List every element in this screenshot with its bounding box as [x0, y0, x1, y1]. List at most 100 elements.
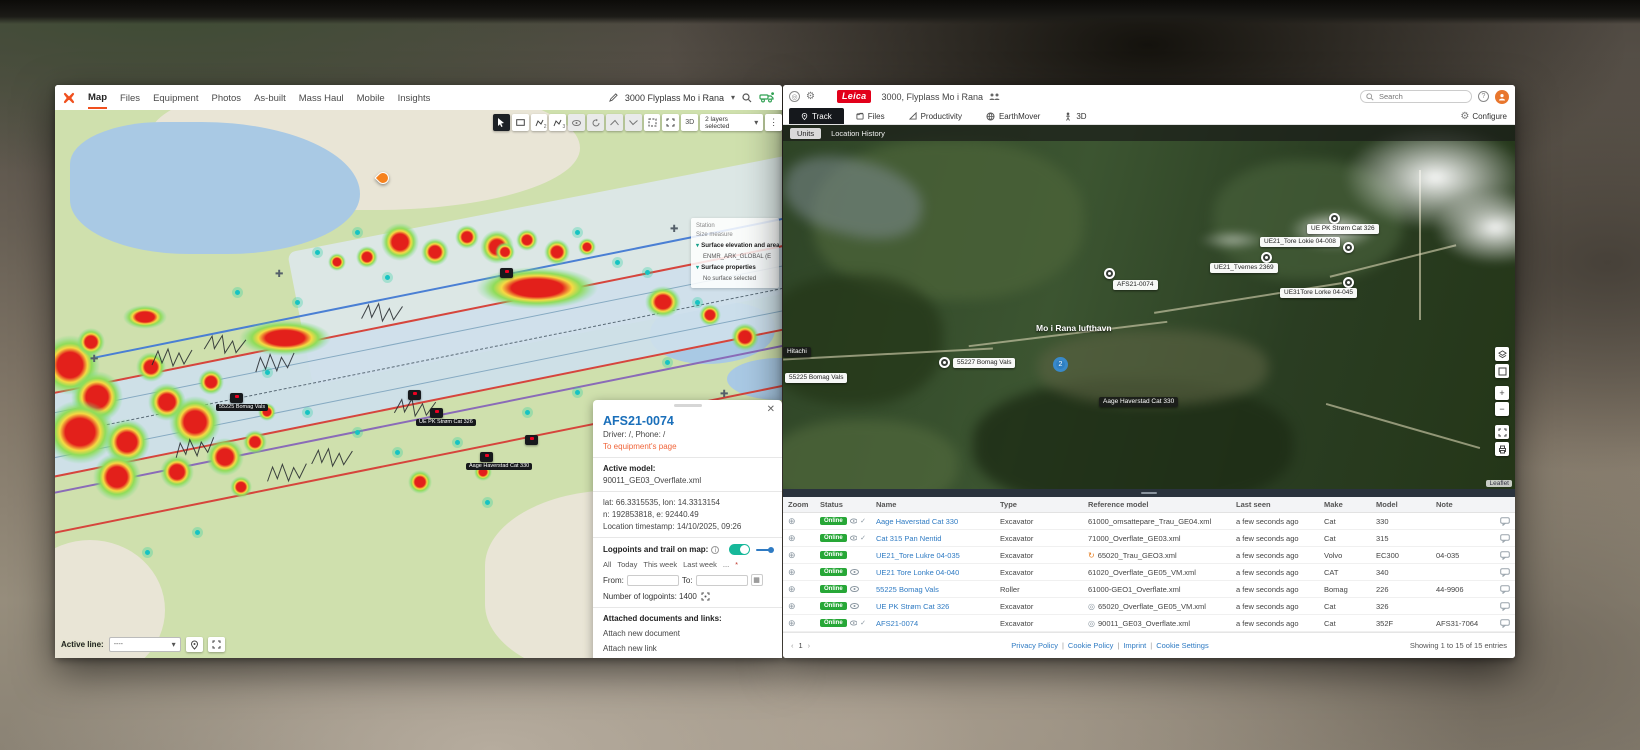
- machine-marker[interactable]: [525, 435, 538, 445]
- more-options-button[interactable]: ⋮: [765, 114, 782, 131]
- eye-icon[interactable]: [850, 569, 859, 575]
- machine-dot-marker[interactable]: [1261, 252, 1272, 263]
- menu-item-map[interactable]: Map: [88, 87, 107, 109]
- edit-pencil-icon[interactable]: [609, 93, 618, 102]
- imprint-link[interactable]: Imprint: [1123, 641, 1152, 650]
- table-row[interactable]: ⊕ Online✓ AFS21-0074 Excavator ◎90011_GE…: [783, 615, 1515, 632]
- zoom-to-unit-icon[interactable]: ⊕: [788, 533, 796, 544]
- unit-name-link[interactable]: UE21 Tore Lonke 04-040: [876, 568, 959, 577]
- legend-surface-value[interactable]: ENMR_ARK_GLOBAL (E: [703, 253, 774, 262]
- filter-this-week[interactable]: This week: [643, 560, 677, 569]
- map-marker-label[interactable]: UE21_Tore Lokie 04-008: [1260, 237, 1340, 247]
- unit-name-link[interactable]: Cat 315 Pan Nentid: [876, 534, 941, 543]
- attach-document-link[interactable]: Attach new document: [603, 629, 772, 638]
- search-icon[interactable]: [742, 93, 752, 103]
- map-marker-label[interactable]: UE21_Tvernes 2369: [1210, 263, 1278, 273]
- machine-marker[interactable]: Aage Haverstad Cat 330: [480, 452, 493, 462]
- next-page-button[interactable]: ›: [808, 641, 811, 650]
- satellite-map-canvas[interactable]: Units Location History Mo i Rana: [783, 125, 1515, 497]
- eye-icon[interactable]: [850, 586, 859, 592]
- machine-marker[interactable]: UE PK Strøm Cat 326: [430, 408, 443, 418]
- layers-control[interactable]: [1495, 347, 1509, 361]
- map-marker-label[interactable]: Hitachi: [783, 347, 811, 357]
- gear-icon[interactable]: ⚙: [806, 91, 815, 102]
- unit-name-link[interactable]: AFS21-0074: [876, 619, 918, 628]
- map-marker-label[interactable]: 55225 Bomag Vals: [785, 373, 847, 383]
- to-date-input[interactable]: [696, 575, 748, 586]
- zoom-extent-tool[interactable]: [662, 114, 679, 131]
- table-row[interactable]: ⊕ Online✓ Aage Haverstad Cat 330 Excavat…: [783, 513, 1515, 530]
- map-marker-label[interactable]: UE PK Strøm Cat 326: [1307, 224, 1379, 234]
- unit-name-link[interactable]: 55225 Bomag Vals: [876, 585, 939, 594]
- note-chat-icon[interactable]: [1500, 534, 1510, 543]
- eye-icon[interactable]: [850, 603, 859, 609]
- machine-dot-marker[interactable]: [1343, 277, 1354, 288]
- zoom-in-button[interactable]: +: [1495, 386, 1509, 400]
- table-drag-handle[interactable]: [783, 489, 1515, 497]
- map-marker-label[interactable]: 55227 Bomag Vals: [953, 358, 1015, 368]
- legend-group-properties[interactable]: ▾Surface properties: [696, 264, 774, 273]
- frame-control[interactable]: [1495, 364, 1509, 378]
- view-3d-toggle[interactable]: 3D: [681, 114, 698, 131]
- table-row[interactable]: ⊕ Online 55225 Bomag Vals Roller 61000-G…: [783, 581, 1515, 598]
- subtab-units[interactable]: Units: [790, 128, 821, 139]
- measure-rect-tool[interactable]: [512, 114, 529, 131]
- help-icon[interactable]: ?: [1478, 91, 1489, 102]
- active-line-select[interactable]: ----▾: [109, 637, 181, 652]
- machine-marker[interactable]: [408, 390, 421, 400]
- note-chat-icon[interactable]: [1500, 602, 1510, 611]
- machine-dot-marker[interactable]: [939, 357, 950, 368]
- table-row[interactable]: ⊕ Online UE21_Tore Lukre 04-035 Excavato…: [783, 547, 1515, 564]
- note-chat-icon[interactable]: [1500, 551, 1510, 560]
- drag-handle[interactable]: [674, 404, 702, 407]
- zoom-to-unit-icon[interactable]: ⊕: [788, 550, 796, 561]
- tab-files[interactable]: Files: [844, 108, 897, 124]
- attach-link-link[interactable]: Attach new link: [603, 644, 772, 653]
- filter-all[interactable]: All: [603, 560, 611, 569]
- note-chat-icon[interactable]: [1500, 585, 1510, 594]
- equipment-page-link[interactable]: To equipment's page: [603, 442, 772, 451]
- eye-icon[interactable]: [850, 620, 857, 626]
- machine-dot-marker[interactable]: [1343, 242, 1354, 253]
- visibility-tool[interactable]: [568, 114, 585, 131]
- from-date-input[interactable]: [627, 575, 679, 586]
- map-attribution[interactable]: Leaflet: [1486, 480, 1512, 487]
- menu-item-photos[interactable]: Photos: [211, 88, 241, 108]
- filter-last-week[interactable]: Last week: [683, 560, 717, 569]
- print-control[interactable]: [1495, 442, 1509, 456]
- close-icon[interactable]: ✕: [767, 404, 775, 415]
- note-chat-icon[interactable]: [1500, 568, 1510, 577]
- cookie-policy-link[interactable]: Cookie Policy: [1068, 641, 1119, 650]
- area-select-tool[interactable]: [644, 114, 661, 131]
- table-row[interactable]: ⊕ Online✓ Cat 315 Pan Nentid Excavator 7…: [783, 530, 1515, 547]
- unit-name-link[interactable]: Aage Haverstad Cat 330: [876, 517, 958, 526]
- eye-icon[interactable]: [850, 518, 857, 524]
- page-number[interactable]: 1: [799, 641, 803, 650]
- menu-item-mobile[interactable]: Mobile: [357, 88, 385, 108]
- cookie-settings-link[interactable]: Cookie Settings: [1156, 641, 1209, 650]
- zoom-to-unit-icon[interactable]: ⊕: [788, 601, 796, 612]
- rotate-tool[interactable]: [587, 114, 604, 131]
- tab-3d[interactable]: 3D: [1052, 108, 1098, 124]
- fit-extent-button[interactable]: [208, 637, 225, 652]
- note-chat-icon[interactable]: [1500, 619, 1510, 628]
- table-row[interactable]: ⊕ Online UE21 Tore Lonke 04-040 Excavato…: [783, 564, 1515, 581]
- table-row[interactable]: ⊕ Online UE PK Strøm Cat 326 Excavator ◎…: [783, 598, 1515, 615]
- menu-item-equipment[interactable]: Equipment: [153, 88, 198, 108]
- machine-dot-marker[interactable]: [1329, 213, 1340, 224]
- tab-productivity[interactable]: Productivity: [897, 108, 974, 124]
- search-box[interactable]: [1360, 90, 1472, 103]
- calendar-icon[interactable]: ▦: [751, 574, 763, 586]
- tab-earthmover[interactable]: EarthMover: [974, 108, 1052, 124]
- subtab-location-history[interactable]: Location History: [831, 129, 885, 138]
- zoom-out-button[interactable]: −: [1495, 402, 1509, 416]
- note-chat-icon[interactable]: [1500, 517, 1510, 526]
- menu-item-insights[interactable]: Insights: [398, 88, 431, 108]
- search-input[interactable]: [1377, 91, 1465, 102]
- polyline-tool-3[interactable]: 3: [549, 114, 566, 131]
- slope-up-tool[interactable]: [606, 114, 623, 131]
- filter-more[interactable]: ...: [723, 560, 729, 569]
- unit-name-link[interactable]: UE PK Strøm Cat 326: [876, 602, 949, 611]
- machine-marker[interactable]: [500, 268, 513, 278]
- unit-name-link[interactable]: UE21_Tore Lukre 04-035: [876, 551, 960, 560]
